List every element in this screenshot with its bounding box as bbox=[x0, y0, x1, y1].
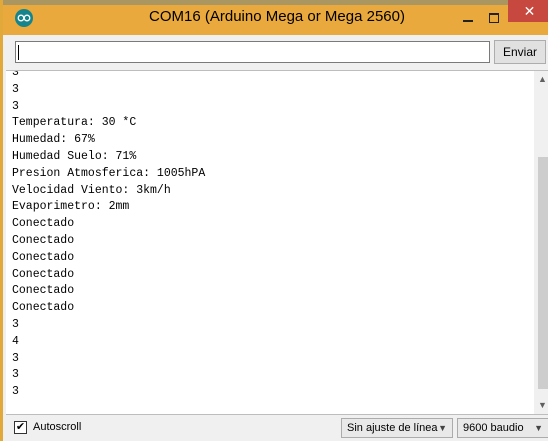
status-bar: ✔ Autoscroll Sin ajuste de línea ▼ 9600 … bbox=[6, 415, 548, 441]
baud-rate-select[interactable]: 9600 baudio ▼ bbox=[457, 418, 548, 438]
output-line: Temperatura: 30 *C bbox=[12, 116, 137, 130]
send-input[interactable] bbox=[15, 41, 490, 63]
line-ending-value: Sin ajuste de línea bbox=[347, 422, 438, 434]
send-button[interactable]: Enviar bbox=[494, 40, 546, 64]
send-row: Enviar bbox=[6, 35, 548, 70]
output-lines: 3 3 3 Temperatura: 30 *C Humedad: 67% Humedad… bbox=[12, 70, 206, 401]
output-line: Velocidad Viento: 3km/h bbox=[12, 183, 171, 197]
output-line: Conectado bbox=[12, 301, 75, 315]
vertical-scrollbar[interactable]: ▲ ▼ bbox=[534, 71, 548, 414]
chevron-down-icon: ▼ bbox=[534, 423, 543, 433]
output-line: 3 bbox=[12, 351, 19, 365]
title-bar-strip bbox=[3, 0, 548, 5]
output-line: Conectado bbox=[12, 217, 75, 231]
text-caret bbox=[18, 45, 19, 60]
baud-rate-value: 9600 baudio bbox=[463, 422, 524, 434]
output-line: Conectado bbox=[12, 250, 75, 264]
scroll-down-icon[interactable]: ▼ bbox=[534, 397, 548, 414]
scrollbar-thumb[interactable] bbox=[538, 157, 548, 389]
minimize-button[interactable] bbox=[455, 8, 481, 28]
serial-monitor-window: COM16 (Arduino Mega or Mega 2560) ✕ Envi… bbox=[0, 0, 548, 441]
output-line: 3 bbox=[12, 99, 19, 113]
title-bar[interactable]: COM16 (Arduino Mega or Mega 2560) ✕ bbox=[3, 0, 548, 35]
output-line: 3 bbox=[12, 82, 19, 96]
output-line: Conectado bbox=[12, 284, 75, 298]
output-line: Conectado bbox=[12, 267, 75, 281]
autoscroll-label[interactable]: Autoscroll bbox=[33, 421, 81, 433]
chevron-down-icon: ▼ bbox=[438, 423, 447, 433]
output-line: 4 bbox=[12, 334, 19, 348]
maximize-button[interactable] bbox=[481, 8, 507, 28]
output-line: 3 bbox=[12, 317, 19, 331]
line-ending-select[interactable]: Sin ajuste de línea ▼ bbox=[341, 418, 453, 438]
serial-output[interactable]: 3 3 3 Temperatura: 30 *C Humedad: 67% Humedad… bbox=[6, 70, 548, 415]
autoscroll-checkbox[interactable]: ✔ bbox=[14, 421, 27, 434]
scroll-up-icon[interactable]: ▲ bbox=[534, 71, 548, 88]
close-button[interactable]: ✕ bbox=[508, 0, 548, 22]
output-line: 3 bbox=[12, 385, 19, 399]
output-line: Evaporimetro: 2mm bbox=[12, 200, 130, 214]
output-line: Humedad Suelo: 71% bbox=[12, 149, 137, 163]
output-line: 3 bbox=[12, 70, 19, 79]
output-line: Presion Atmosferica: 1005hPA bbox=[12, 166, 206, 180]
output-line: Humedad: 67% bbox=[12, 133, 95, 147]
output-line: Conectado bbox=[12, 233, 75, 247]
output-line: 3 bbox=[12, 368, 19, 382]
